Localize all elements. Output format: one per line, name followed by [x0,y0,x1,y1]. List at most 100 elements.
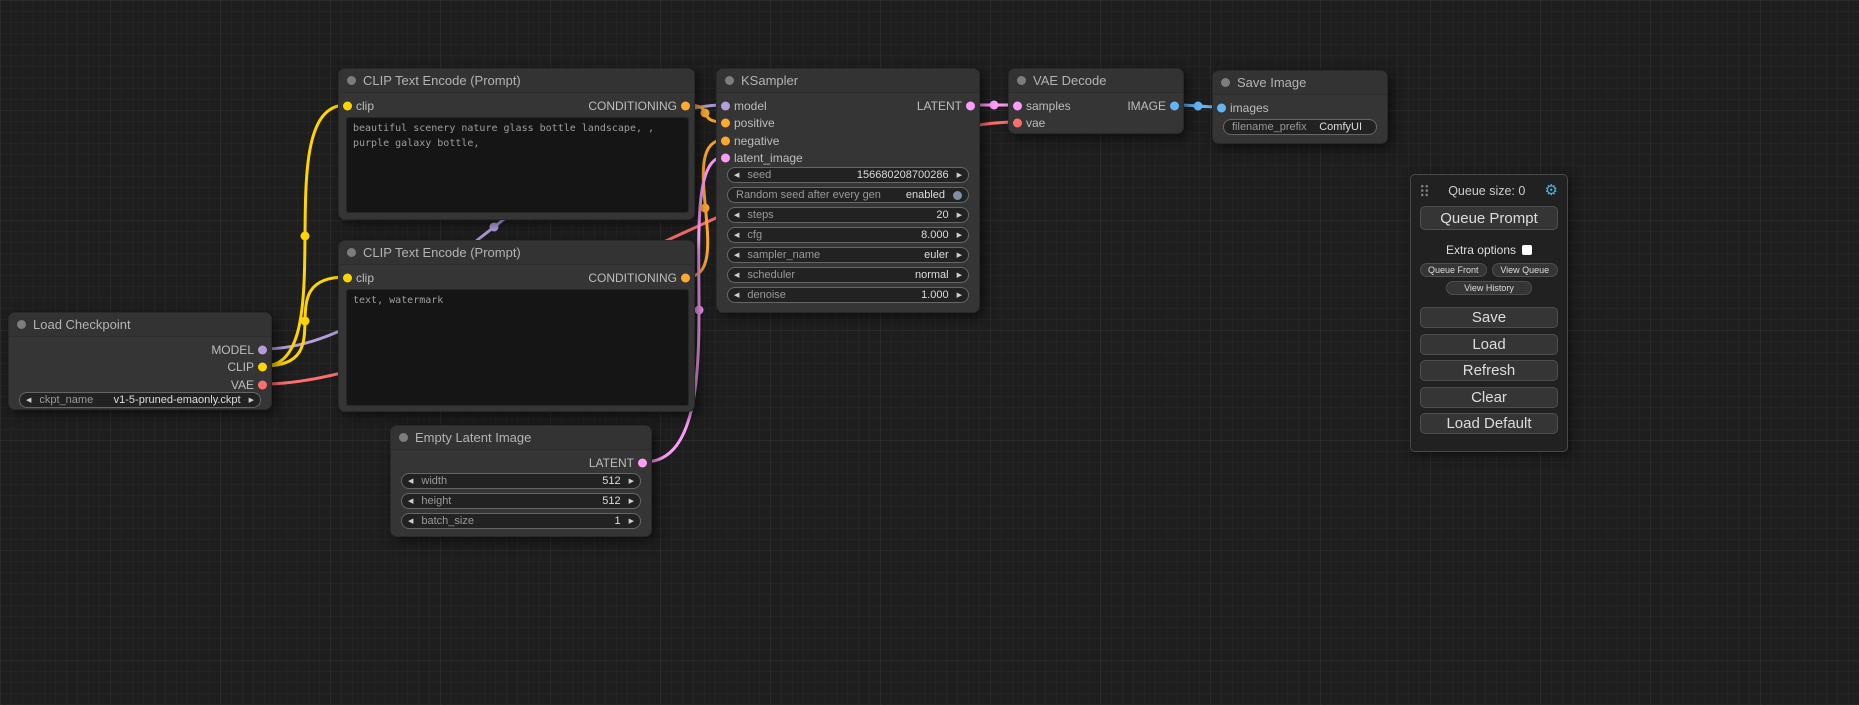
decrement-arrow-icon[interactable]: ◀ [26,397,31,404]
input-port-images[interactable] [1217,103,1226,112]
node-titlebar[interactable]: KSampler [717,69,979,93]
seed-widget[interactable]: ◀ seed 156680208700286 ▶ [727,167,969,183]
input-port-positive[interactable] [721,119,730,128]
widget-label: height [421,495,451,507]
decrement-arrow-icon[interactable]: ◀ [734,292,739,299]
node-save-image[interactable]: Save Image images filename_prefix ComfyU… [1212,70,1388,144]
node-vae-decode[interactable]: VAE Decode samples IMAGE vae [1008,68,1184,134]
increment-arrow-icon[interactable]: ▶ [249,397,254,404]
output-port-conditioning[interactable] [681,273,690,282]
output-port-latent[interactable] [966,101,975,110]
widget-label: cfg [747,229,762,241]
queue-front-button[interactable]: Queue Front [1420,263,1487,277]
drag-handle-icon[interactable] [1420,184,1429,197]
node-titlebar[interactable]: VAE Decode [1009,69,1183,93]
refresh-button[interactable]: Refresh [1420,360,1558,381]
output-port-model[interactable] [258,345,267,354]
input-port-vae[interactable] [1013,119,1022,128]
node-load-checkpoint[interactable]: Load Checkpoint MODEL CLIP VAE ◀ ckpt_na… [8,312,272,410]
decrement-arrow-icon[interactable]: ◀ [408,478,413,485]
batch-size-widget[interactable]: ◀ batch_size 1 ▶ [401,513,641,529]
load-button[interactable]: Load [1420,334,1558,355]
decrement-arrow-icon[interactable]: ◀ [734,172,739,179]
load-default-button[interactable]: Load Default [1420,413,1558,434]
increment-arrow-icon[interactable]: ▶ [629,498,634,505]
output-port-conditioning[interactable] [681,101,690,110]
slot-label: CONDITIONING [588,271,677,285]
save-button[interactable]: Save [1420,307,1558,328]
node-graph-canvas[interactable]: Load Checkpoint MODEL CLIP VAE ◀ ckpt_na… [0,0,1859,705]
input-port-clip[interactable] [343,273,352,282]
steps-widget[interactable]: ◀ steps 20 ▶ [727,207,969,223]
widget-value: ComfyUI [1319,121,1362,133]
queue-panel-header: Queue size: 0 ⚙ [1420,183,1558,198]
output-port-clip[interactable] [258,363,267,372]
increment-arrow-icon[interactable]: ▶ [957,292,962,299]
increment-arrow-icon[interactable]: ▶ [957,212,962,219]
collapse-dot-icon[interactable] [725,76,734,85]
view-history-button[interactable]: View History [1446,281,1532,295]
node-titlebar[interactable]: CLIP Text Encode (Prompt) [339,241,694,265]
widget-value: normal [915,269,949,281]
decrement-arrow-icon[interactable]: ◀ [734,272,739,279]
scheduler-widget[interactable]: ◀ scheduler normal ▶ [727,267,969,283]
slot-label: positive [734,116,775,130]
clear-button[interactable]: Clear [1420,387,1558,408]
node-ksampler[interactable]: KSampler model LATENT positive negative … [716,68,980,313]
output-port-latent[interactable] [638,458,647,467]
random-seed-toggle-widget[interactable]: Random seed after every gen enabled [727,187,969,203]
prompt-textarea[interactable]: beautiful scenery nature glass bottle la… [346,117,689,213]
view-queue-button[interactable]: View Queue [1492,263,1559,277]
increment-arrow-icon[interactable]: ▶ [957,272,962,279]
collapse-dot-icon[interactable] [17,320,26,329]
input-port-model[interactable] [721,101,730,110]
node-empty-latent-image[interactable]: Empty Latent Image LATENT ◀ width 512 ▶ … [390,425,652,537]
collapse-dot-icon[interactable] [399,433,408,442]
height-widget[interactable]: ◀ height 512 ▶ [401,493,641,509]
decrement-arrow-icon[interactable]: ◀ [734,232,739,239]
decrement-arrow-icon[interactable]: ◀ [408,518,413,525]
extra-options-checkbox[interactable] [1522,245,1532,255]
slot-label: IMAGE [1127,99,1166,113]
widget-value: euler [924,249,948,261]
increment-arrow-icon[interactable]: ▶ [629,478,634,485]
collapse-dot-icon[interactable] [1017,76,1026,85]
node-titlebar[interactable]: Empty Latent Image [391,426,651,450]
collapse-dot-icon[interactable] [347,76,356,85]
settings-gear-icon[interactable]: ⚙ [1545,183,1558,198]
increment-arrow-icon[interactable]: ▶ [957,252,962,259]
input-port-samples[interactable] [1013,101,1022,110]
output-port-vae[interactable] [258,380,267,389]
input-port-negative[interactable] [721,136,730,145]
widget-value: v1-5-pruned-emaonly.ckpt [114,394,241,406]
decrement-arrow-icon[interactable]: ◀ [734,212,739,219]
toggle-knob-icon[interactable] [953,191,962,200]
slot-row: images [1213,99,1387,117]
width-widget[interactable]: ◀ width 512 ▶ [401,473,641,489]
output-slot-clip: CLIP [9,359,271,377]
decrement-arrow-icon[interactable]: ◀ [734,252,739,259]
node-clip-text-encode-negative[interactable]: CLIP Text Encode (Prompt) clip CONDITION… [338,240,695,412]
widget-value: 1 [614,515,620,527]
denoise-widget[interactable]: ◀ denoise 1.000 ▶ [727,287,969,303]
input-port-clip[interactable] [343,101,352,110]
output-port-image[interactable] [1170,101,1179,110]
node-titlebar[interactable]: Save Image [1213,71,1387,95]
increment-arrow-icon[interactable]: ▶ [957,172,962,179]
node-titlebar[interactable]: CLIP Text Encode (Prompt) [339,69,694,93]
queue-prompt-button[interactable]: Queue Prompt [1420,206,1558,230]
widget-value: 20 [936,209,948,221]
ckpt-name-widget[interactable]: ◀ ckpt_name v1-5-pruned-emaonly.ckpt ▶ [19,392,261,408]
input-port-latent-image[interactable] [721,154,730,163]
collapse-dot-icon[interactable] [347,248,356,257]
node-titlebar[interactable]: Load Checkpoint [9,313,271,337]
cfg-widget[interactable]: ◀ cfg 8.000 ▶ [727,227,969,243]
decrement-arrow-icon[interactable]: ◀ [408,498,413,505]
node-clip-text-encode-positive[interactable]: CLIP Text Encode (Prompt) clip CONDITION… [338,68,695,220]
increment-arrow-icon[interactable]: ▶ [957,232,962,239]
prompt-textarea[interactable]: text, watermark [346,289,689,406]
increment-arrow-icon[interactable]: ▶ [629,518,634,525]
sampler-name-widget[interactable]: ◀ sampler_name euler ▶ [727,247,969,263]
collapse-dot-icon[interactable] [1221,78,1230,87]
filename-prefix-widget[interactable]: filename_prefix ComfyUI [1223,119,1377,135]
